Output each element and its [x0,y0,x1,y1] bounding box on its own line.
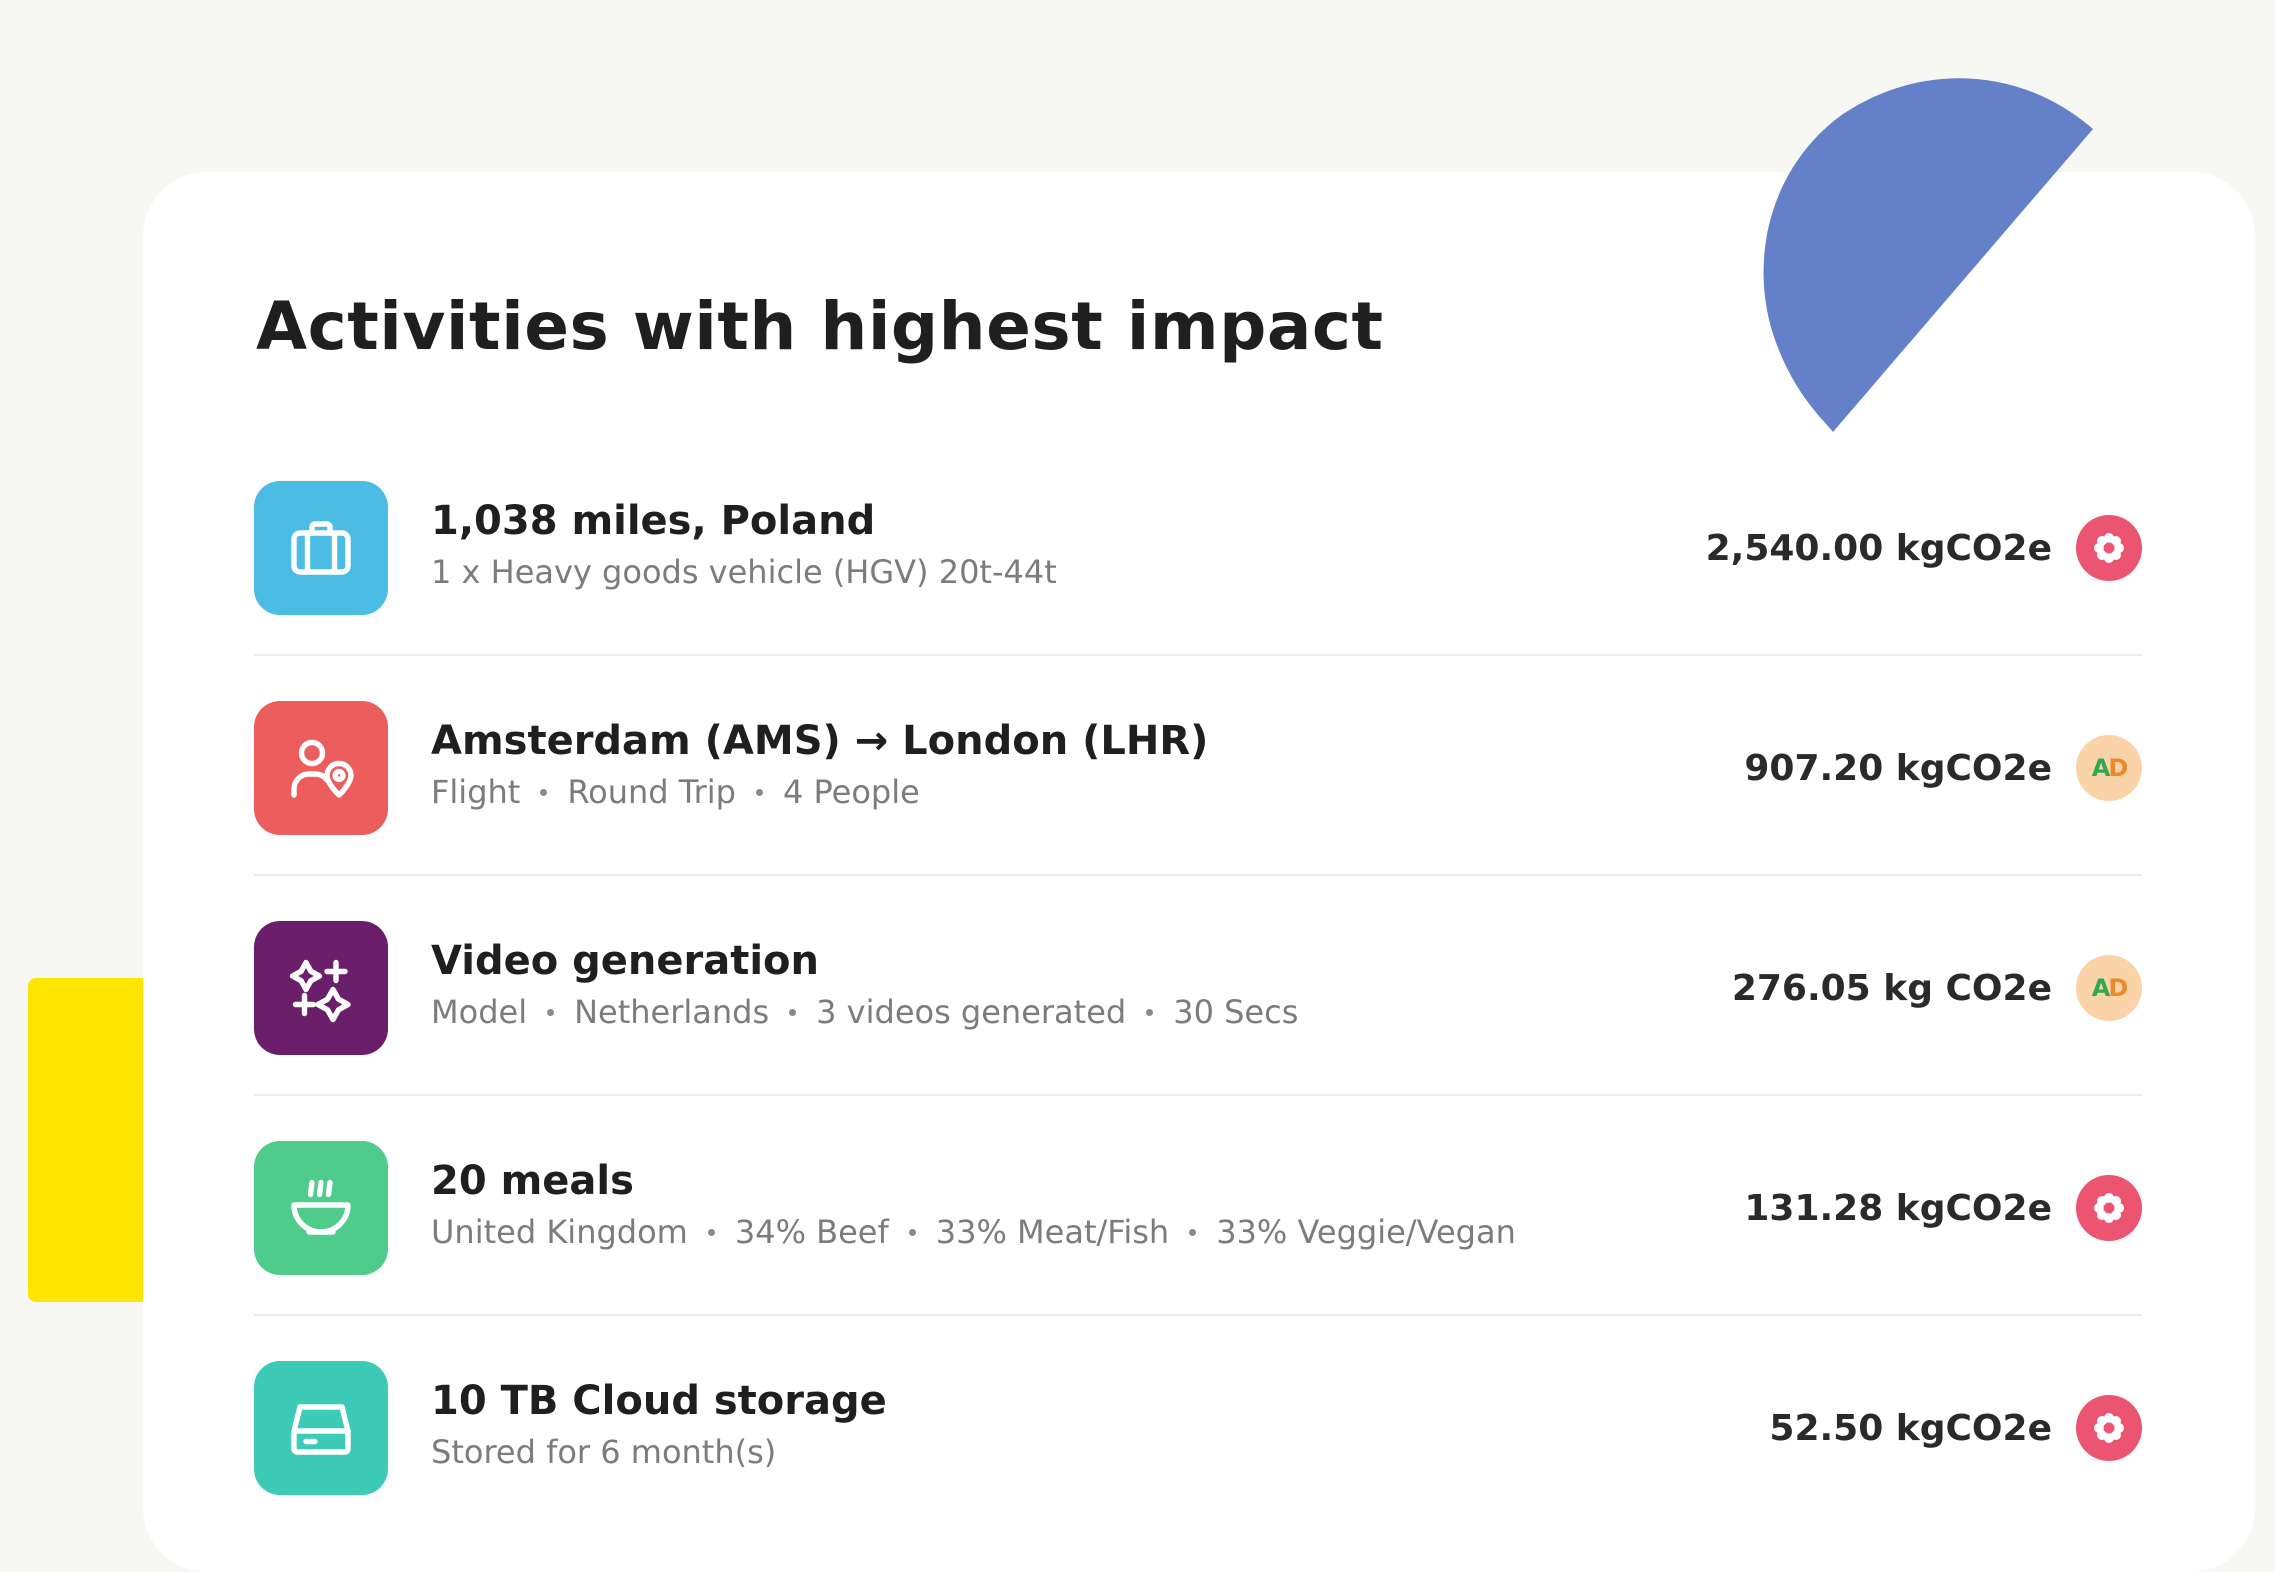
emission-value: 52.50 kgCO2e [1769,1407,2052,1449]
activity-detail: 1 x Heavy goods vehicle (HGV) 20t-44t [431,553,1057,591]
people-location-icon [291,739,354,798]
activity-text: Amsterdam (AMS) → London (LHR) Flight Ro… [431,714,1731,814]
detail-separator [1146,1008,1154,1016]
emission-value: 907.20 kgCO2e [1744,747,2052,789]
activity-detail: 30 Secs [1173,993,1299,1031]
activity-row[interactable]: Amsterdam (AMS) → London (LHR) Flight Ro… [254,656,2142,876]
activity-detail: 33% Veggie/Vegan [1216,1213,1516,1251]
activity-details: Model Netherlands 3 videos generated 30 … [431,990,1731,1034]
activity-detail: 34% Beef [734,1213,889,1251]
card-title: Activities with highest impact [256,288,1384,365]
activity-row[interactable]: 20 meals United Kingdom 34% Beef 33% Mea… [254,1096,2142,1316]
activity-row[interactable]: 1,038 miles, Poland 1 x Heavy goods vehi… [254,436,2142,656]
activity-row[interactable]: 10 TB Cloud storage Stored for 6 month(s… [254,1316,2142,1536]
activity-icon-box [254,1141,388,1275]
activity-detail: 33% Meat/Fish [935,1213,1170,1251]
detail-separator [755,788,763,796]
activity-text: 10 TB Cloud storage Stored for 6 month(s… [431,1374,1731,1474]
bowl-icon [291,1179,351,1235]
emission-value: 131.28 kgCO2e [1744,1187,2052,1229]
activity-detail: Flight [431,773,521,811]
emission-value: 2,540.00 kgCO2e [1705,527,2052,569]
emission-value: 276.05 kg CO2e [1731,967,2052,1009]
activity-details: Flight Round Trip 4 People [431,770,1731,814]
activity-detail: Round Trip [567,773,736,811]
detail-separator [547,1008,555,1016]
detail-separator [1189,1228,1197,1236]
activity-text: 1,038 miles, Poland 1 x Heavy goods vehi… [431,494,1731,594]
suitcase-icon [291,521,351,575]
sparkles-icon [289,959,351,1023]
activity-detail: United Kingdom [431,1213,688,1251]
detail-separator [908,1228,916,1236]
activity-text: Video generation Model Netherlands 3 vid… [431,934,1731,1034]
activity-icon-box [254,481,388,615]
activity-emission: 2,540.00 kgCO2e [1706,515,2142,581]
activity-title: Amsterdam (AMS) → London (LHR) [431,718,1209,764]
activity-title: 1,038 miles, Poland [431,498,876,544]
activity-detail: 3 videos generated [816,993,1127,1031]
activity-detail: Model [431,993,528,1031]
activity-emission: 276.05 kg CO2e AD [1732,955,2142,1021]
activity-detail: Netherlands [574,993,770,1031]
activity-row[interactable]: Video generation Model Netherlands 3 vid… [254,876,2142,1096]
activity-detail: 4 People [782,773,920,811]
ad-logo-icon: AD [2076,735,2142,801]
activity-detail: Stored for 6 month(s) [431,1433,777,1471]
detail-separator [707,1228,715,1236]
activity-list: 1,038 miles, Poland 1 x Heavy goods vehi… [254,436,2142,1536]
activity-emission: 52.50 kgCO2e [1769,1395,2142,1461]
activity-emission: 907.20 kgCO2e AD [1744,735,2142,801]
activity-title: Video generation [431,938,820,984]
flower-icon [2076,515,2142,581]
detail-separator [540,788,548,796]
detail-separator [789,1008,797,1016]
ad-logo-icon: AD [2076,955,2142,1021]
flower-icon [2076,1175,2142,1241]
activity-icon-box [254,921,388,1055]
storage-drive-icon [291,1404,351,1455]
flower-icon [2076,1395,2142,1461]
activity-details: 1 x Heavy goods vehicle (HGV) 20t-44t [431,550,1731,594]
activity-title: 20 meals [431,1158,634,1204]
activity-emission: 131.28 kgCO2e [1744,1175,2142,1241]
activity-icon-box [254,1361,388,1495]
activity-details: Stored for 6 month(s) [431,1430,1731,1474]
activity-title: 10 TB Cloud storage [431,1378,887,1424]
activity-icon-box [254,701,388,835]
activity-text: 20 meals United Kingdom 34% Beef 33% Mea… [431,1154,1731,1254]
activity-details: United Kingdom 34% Beef 33% Meat/Fish 33… [431,1210,1731,1254]
yellow-decor-block [28,978,158,1302]
